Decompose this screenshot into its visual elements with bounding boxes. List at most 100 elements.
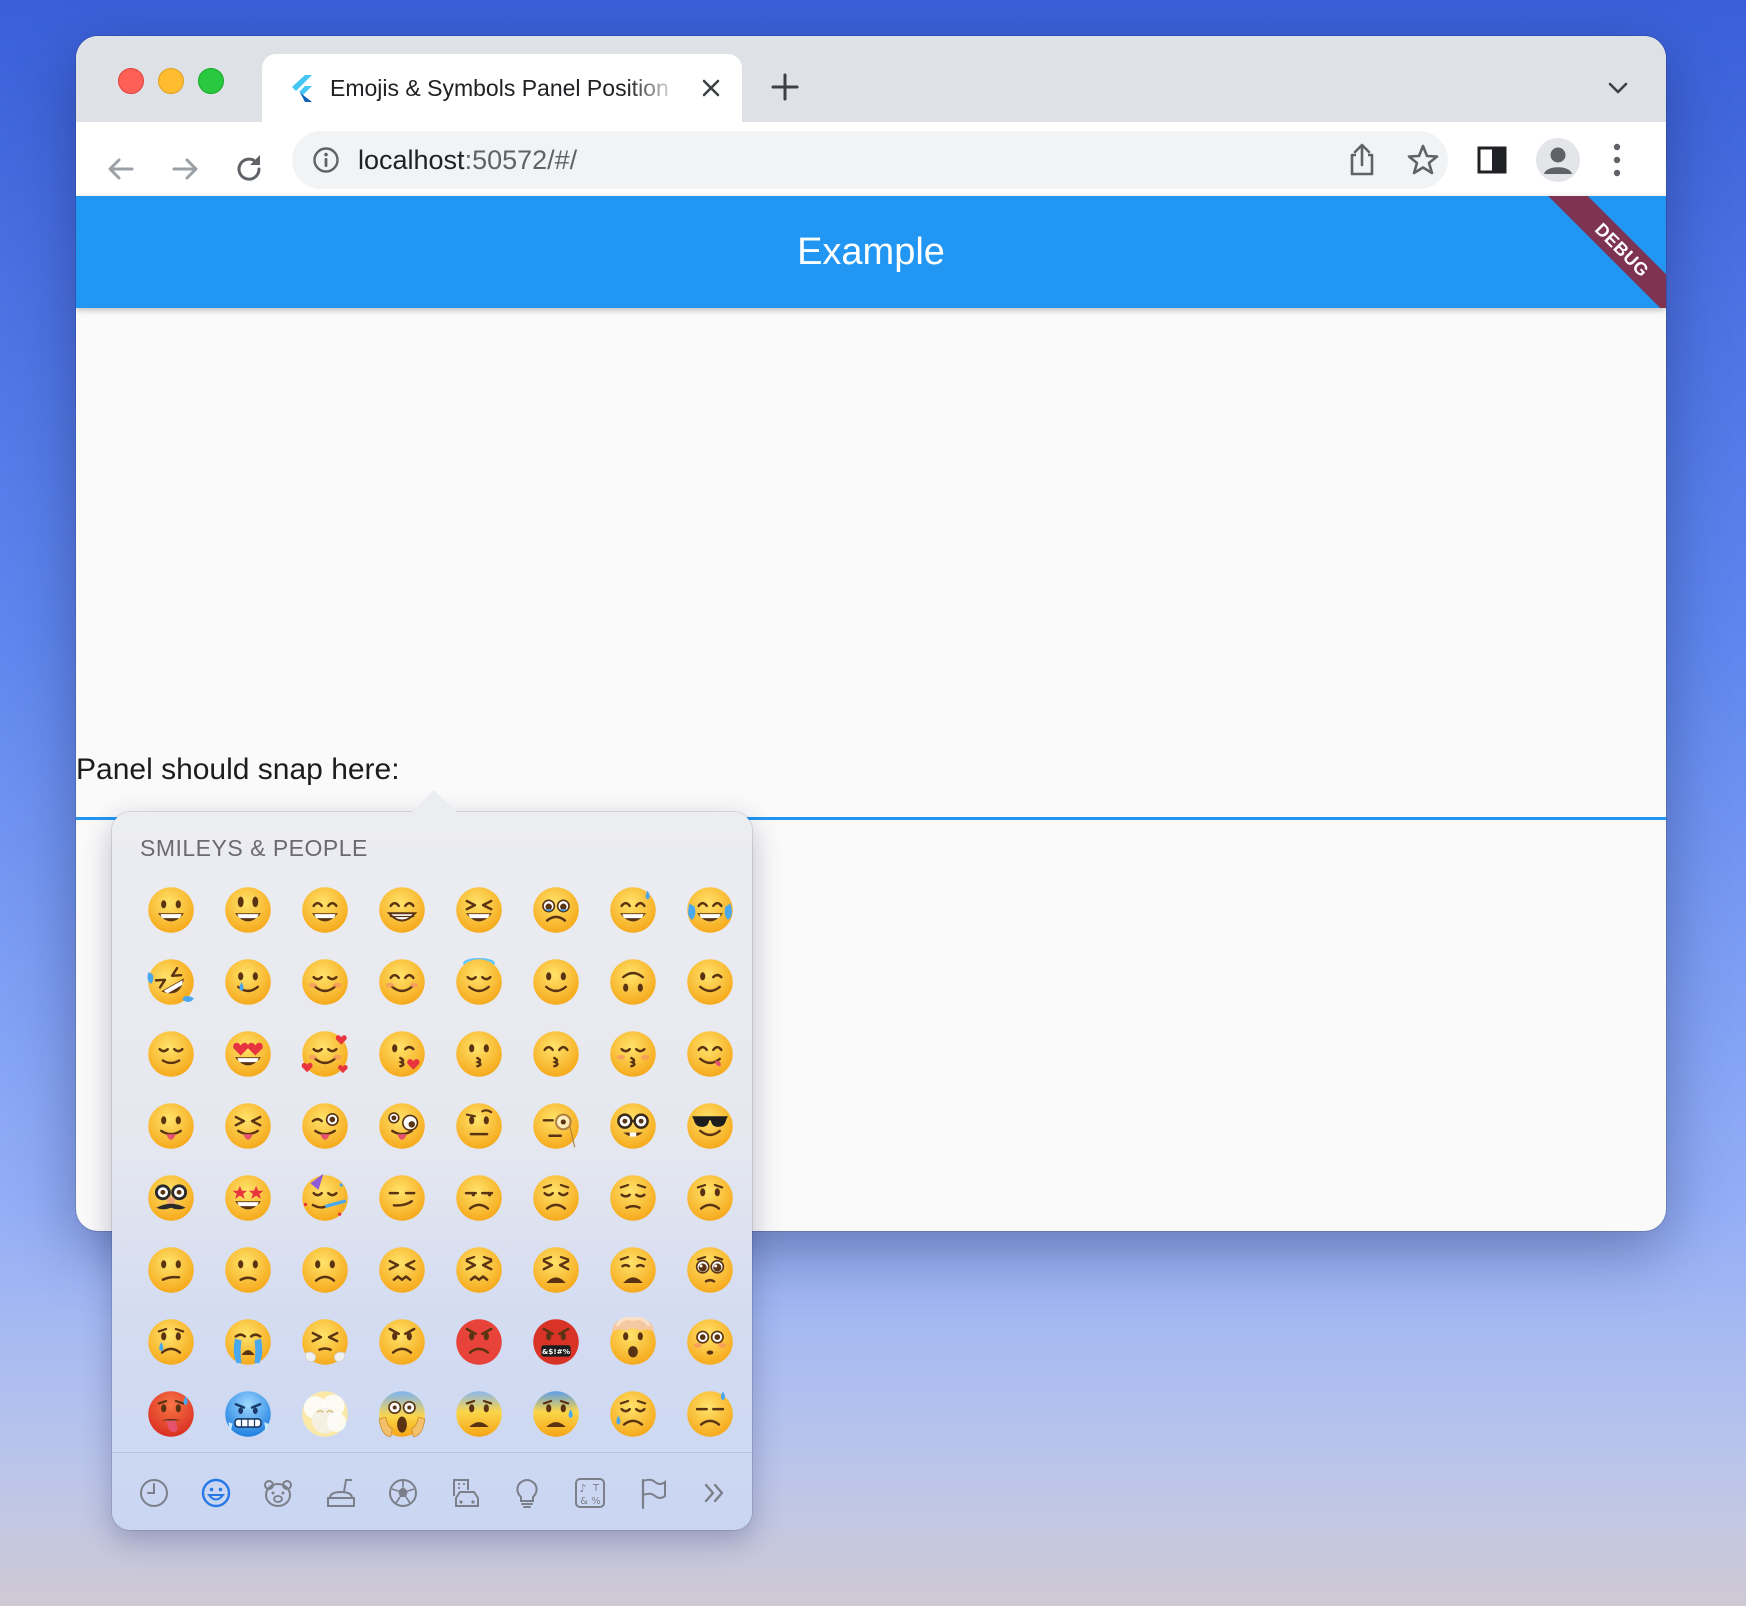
slightly-frowning-face-emoji[interactable] <box>209 1234 286 1306</box>
worried-face-emoji[interactable] <box>671 1162 748 1234</box>
category-objects[interactable] <box>507 1473 547 1513</box>
upside-down-face-emoji[interactable] <box>594 946 671 1018</box>
category-food-drink[interactable] <box>321 1473 361 1513</box>
profile-avatar[interactable] <box>1536 138 1580 182</box>
disappointed-face-emoji[interactable] <box>517 1162 594 1234</box>
squinting-face-tongue-emoji[interactable] <box>209 1090 286 1162</box>
grinning-squinting-face-emoji[interactable] <box>440 874 517 946</box>
disguised-face-icon <box>147 1175 194 1221</box>
grinning-face-smiling-eyes-emoji[interactable] <box>286 874 363 946</box>
category-frequently-used[interactable] <box>134 1473 174 1513</box>
exploding-head-emoji[interactable] <box>594 1306 671 1378</box>
crying-face-emoji[interactable] <box>132 1306 209 1378</box>
browser-tab[interactable]: Emojis & Symbols Panel Position <box>262 54 742 122</box>
confused-face-emoji[interactable] <box>132 1234 209 1306</box>
grinning-face-emoji[interactable] <box>132 874 209 946</box>
grinning-face-sweat-emoji[interactable] <box>594 874 671 946</box>
smiling-face-with-tear-emoji[interactable] <box>209 946 286 1018</box>
forward-arrow-icon[interactable] <box>168 152 202 186</box>
category-more[interactable] <box>694 1473 734 1513</box>
frowning-face-emoji[interactable] <box>286 1234 363 1306</box>
category-activity[interactable] <box>383 1473 423 1513</box>
smiling-face-smiling-eyes-emoji[interactable] <box>363 946 440 1018</box>
disguised-face-emoji[interactable] <box>132 1162 209 1234</box>
face-in-clouds-emoji[interactable] <box>286 1378 363 1450</box>
star-struck-emoji[interactable] <box>209 1162 286 1234</box>
kissing-face-smiling-eyes-emoji[interactable] <box>517 1018 594 1090</box>
fearful-face-emoji[interactable] <box>440 1378 517 1450</box>
downcast-face-sweat-icon <box>686 1391 733 1437</box>
flushed-face-emoji[interactable] <box>671 1306 748 1378</box>
smiling-face-emoji[interactable] <box>286 946 363 1018</box>
grinning-face-big-eyes-emoji[interactable] <box>209 874 286 946</box>
beaming-face-emoji[interactable] <box>363 874 440 946</box>
zany-face-emoji[interactable] <box>363 1090 440 1162</box>
face-steam-from-nose-emoji[interactable] <box>286 1306 363 1378</box>
downcast-face-sweat-emoji[interactable] <box>671 1378 748 1450</box>
confounded-face-emoji[interactable] <box>363 1234 440 1306</box>
unamused-face-emoji[interactable] <box>440 1162 517 1234</box>
address-bar[interactable]: localhost:50572/#/ <box>292 131 1448 189</box>
rolling-on-floor-laughing-emoji[interactable] <box>132 946 209 1018</box>
minimize-window-button[interactable] <box>158 68 184 94</box>
face-raised-eyebrow-emoji[interactable] <box>440 1090 517 1162</box>
nerd-face-emoji[interactable] <box>594 1090 671 1162</box>
new-tab-icon[interactable] <box>770 72 800 102</box>
sad-relieved-face-emoji[interactable] <box>594 1378 671 1450</box>
pleading-face-emoji[interactable] <box>671 1234 748 1306</box>
face-with-monocle-emoji[interactable] <box>517 1090 594 1162</box>
smiling-face-heart-eyes-emoji[interactable] <box>209 1018 286 1090</box>
face-symbols-on-mouth-emoji[interactable]: &$!#% <box>517 1306 594 1378</box>
kebab-menu-icon[interactable] <box>1612 142 1622 178</box>
url-text[interactable]: localhost:50572/#/ <box>358 144 577 176</box>
slightly-smiling-face-icon <box>532 959 579 1005</box>
hot-face-emoji[interactable] <box>132 1378 209 1450</box>
loudly-crying-face-icon <box>224 1319 271 1365</box>
slightly-smiling-face-emoji[interactable] <box>517 946 594 1018</box>
pouting-face-emoji[interactable] <box>440 1306 517 1378</box>
pensive-face-emoji[interactable] <box>594 1162 671 1234</box>
close-tab-icon[interactable] <box>699 76 723 100</box>
app-bar: Example DEBUG <box>76 196 1666 308</box>
svg-text:&: & <box>580 1496 588 1507</box>
category-flags[interactable] <box>632 1473 672 1513</box>
back-arrow-icon[interactable] <box>104 152 138 186</box>
category-symbols[interactable]: ♪ T &% <box>570 1473 610 1513</box>
category-animals-nature[interactable] <box>258 1473 298 1513</box>
site-info-icon[interactable] <box>312 146 340 174</box>
loudly-crying-face-emoji[interactable] <box>209 1306 286 1378</box>
close-window-button[interactable] <box>118 68 144 94</box>
category-smileys-people[interactable] <box>196 1473 236 1513</box>
zoom-window-button[interactable] <box>198 68 224 94</box>
partying-face-emoji[interactable] <box>286 1162 363 1234</box>
kissing-face-closed-eyes-emoji[interactable] <box>594 1018 671 1090</box>
relieved-face-emoji[interactable] <box>132 1018 209 1090</box>
smiling-face-hearts-emoji[interactable] <box>286 1018 363 1090</box>
face-with-tongue-emoji[interactable] <box>132 1090 209 1162</box>
face-holding-back-tears-emoji[interactable] <box>517 874 594 946</box>
face-blowing-kiss-icon <box>378 1031 425 1077</box>
face-screaming-in-fear-emoji[interactable] <box>363 1378 440 1450</box>
smiling-face-sunglasses-emoji[interactable] <box>671 1090 748 1162</box>
smirking-face-emoji[interactable] <box>363 1162 440 1234</box>
angry-face-emoji[interactable] <box>363 1306 440 1378</box>
side-panel-icon[interactable] <box>1476 144 1508 176</box>
face-blowing-kiss-emoji[interactable] <box>363 1018 440 1090</box>
face-savoring-food-emoji[interactable] <box>671 1018 748 1090</box>
cold-face-emoji[interactable] <box>209 1378 286 1450</box>
weary-face-emoji[interactable] <box>594 1234 671 1306</box>
winking-face-emoji[interactable] <box>671 946 748 1018</box>
bookmark-star-icon[interactable] <box>1406 143 1440 177</box>
smiling-face-halo-emoji[interactable] <box>440 946 517 1018</box>
reload-icon[interactable] <box>232 152 266 186</box>
persevering-face-emoji[interactable] <box>440 1234 517 1306</box>
category-travel-places[interactable] <box>445 1473 485 1513</box>
svg-text:T: T <box>591 1483 599 1494</box>
tired-face-emoji[interactable] <box>517 1234 594 1306</box>
kissing-face-emoji[interactable] <box>440 1018 517 1090</box>
anxious-face-sweat-emoji[interactable] <box>517 1378 594 1450</box>
face-tears-of-joy-emoji[interactable] <box>671 874 748 946</box>
tab-search-chevron-down-icon[interactable] <box>1606 76 1630 100</box>
share-icon[interactable] <box>1346 143 1378 177</box>
winking-face-tongue-emoji[interactable] <box>286 1090 363 1162</box>
